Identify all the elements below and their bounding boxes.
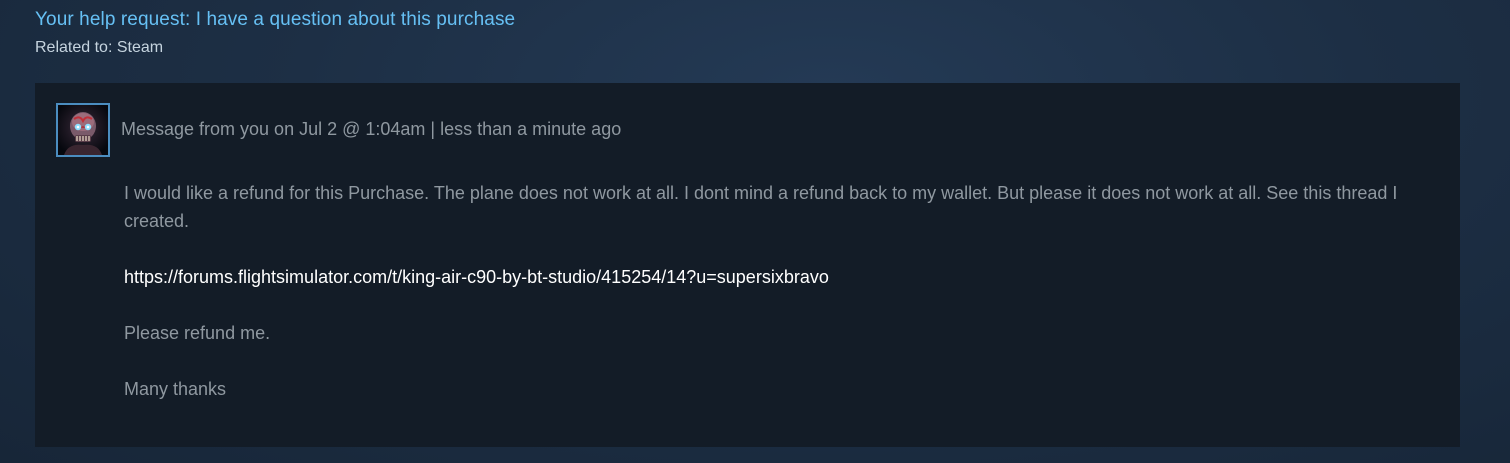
message-body: I would like a refund for this Purchase.… bbox=[124, 179, 1414, 431]
related-to: Related to: Steam bbox=[35, 38, 515, 58]
message-paragraph: I would like a refund for this Purchase.… bbox=[124, 183, 1398, 231]
request-header: Your help request: I have a question abo… bbox=[35, 8, 515, 58]
skull-avatar-icon[interactable] bbox=[56, 103, 110, 157]
message-panel: Message from you on Jul 2 @ 1:04am | les… bbox=[35, 83, 1460, 447]
page-title: Your help request: I have a question abo… bbox=[35, 9, 516, 30]
message-meta: Message from you on Jul 2 @ 1:04am | les… bbox=[121, 119, 622, 139]
forum-thread-link[interactable]: https://forums.flightsimulator.com/t/kin… bbox=[124, 267, 829, 287]
message-signoff: Many thanks bbox=[124, 379, 227, 399]
message-paragraph: Please refund me. bbox=[124, 323, 271, 343]
related-to-label: Related to: bbox=[35, 39, 113, 56]
related-to-value: Steam bbox=[116, 39, 164, 56]
